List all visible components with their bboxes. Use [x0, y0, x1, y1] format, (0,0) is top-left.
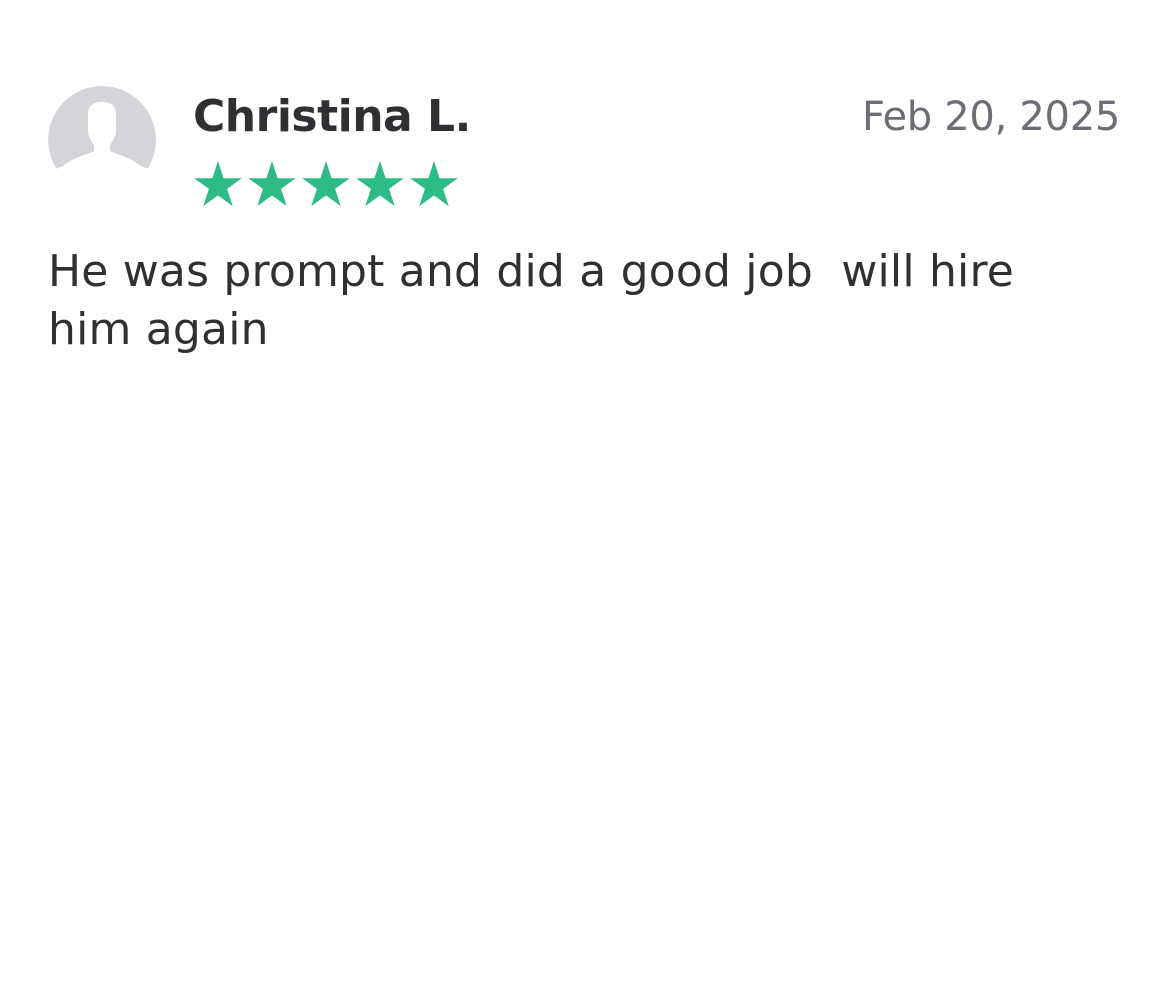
- star-icon: [302, 161, 350, 207]
- star-icon: [248, 161, 296, 207]
- review-date: Feb 20, 2025: [861, 94, 1120, 140]
- default-user-avatar-icon: [48, 86, 156, 194]
- star-icon: [194, 161, 242, 207]
- reviewer-name: Christina L.: [193, 91, 471, 142]
- star-icon: [356, 161, 404, 207]
- star-icon: [410, 161, 458, 207]
- star-rating: [193, 159, 459, 209]
- reviewer-avatar: [48, 86, 156, 194]
- review-card: Christina L. Feb 20, 2025 He was prompt …: [0, 0, 1170, 1000]
- review-text: He was prompt and did a good job will hi…: [48, 246, 1029, 355]
